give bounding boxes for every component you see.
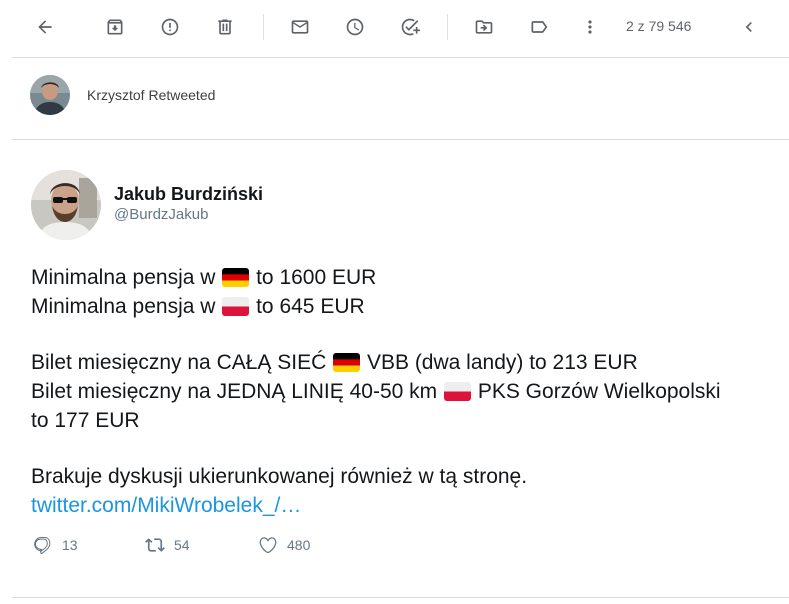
retweet-icon: [145, 538, 165, 552]
archive-icon: [107, 19, 123, 35]
retweet-header: Krzysztof Retweeted: [30, 75, 215, 115]
author-handle[interactable]: @BurdzJakub: [114, 205, 263, 225]
author-avatar[interactable]: [31, 170, 101, 240]
snooze-button[interactable]: [337, 9, 373, 45]
report-spam-button[interactable]: [152, 9, 188, 45]
divider: [12, 57, 789, 58]
tweet-text-segment: Minimalna pensja w: [31, 266, 222, 289]
mark-unread-button[interactable]: [282, 9, 318, 45]
tweet-body: Minimalna pensja w to 1600 EUR Minimalna…: [31, 263, 776, 520]
retweet-count: 54: [174, 537, 190, 553]
poland-flag-icon: [222, 297, 250, 316]
message-toolbar: 2 z 79 546: [0, 0, 789, 54]
retweeter-avatar[interactable]: [30, 75, 70, 115]
more-vertical-icon: [588, 20, 592, 34]
mail-icon: [291, 20, 309, 34]
chevron-left-icon: [745, 22, 752, 32]
report-spam-icon: [161, 18, 179, 36]
tweet-line: to 177 EUR: [31, 409, 140, 432]
tweet-line: Minimalna pensja w to 1600 EUR: [31, 263, 776, 292]
trash-icon: [218, 19, 232, 35]
tweet-author: Jakub Burdziński @BurdzJakub: [31, 170, 263, 240]
poland-flag-icon: [443, 382, 471, 401]
tweet-text-segment: to 645 EUR: [250, 295, 365, 318]
reply-count: 13: [62, 537, 78, 553]
move-to-icon: [475, 20, 493, 34]
tweet-text-segment: Minimalna pensja w: [31, 295, 222, 318]
author-name[interactable]: Jakub Burdziński: [114, 183, 263, 205]
back-button[interactable]: [27, 9, 63, 45]
archive-button[interactable]: [97, 9, 133, 45]
divider: [12, 139, 789, 140]
arrow-left-icon: [38, 20, 52, 34]
tweet-line: Bilet miesięczny na JEDNĄ LINIĘ 40-50 km…: [31, 377, 776, 406]
heart-icon: [259, 537, 277, 554]
tweet-text-segment: PKS Gorzów Wielkopolski: [471, 380, 721, 403]
quoted-tweet-link[interactable]: twitter.com/MikiWrobelek_/…: [31, 494, 301, 517]
tweet-line: Brakuje dyskusji ukierunkowanej również …: [31, 465, 528, 488]
like-button[interactable]: 480: [258, 535, 310, 555]
pagination-count: 2 z 79 546: [626, 18, 692, 34]
delete-button[interactable]: [207, 9, 243, 45]
tweet-text-segment: Bilet miesięczny na CAŁĄ SIEĆ: [31, 351, 333, 374]
germany-flag-icon: [222, 268, 250, 287]
tweet-line: Bilet miesięczny na CAŁĄ SIEĆ VBB (dwa l…: [31, 348, 776, 377]
more-options-button[interactable]: [572, 9, 608, 45]
divider: [12, 597, 789, 598]
add-task-button[interactable]: [392, 9, 428, 45]
newer-button[interactable]: [731, 9, 767, 45]
move-to-button[interactable]: [466, 9, 502, 45]
tweet-line: Minimalna pensja w to 645 EUR: [31, 292, 776, 321]
retweet-button[interactable]: 54: [145, 535, 190, 555]
tweet-text-segment: VBB (dwa landy) to 213 EUR: [361, 351, 638, 374]
label-button[interactable]: [521, 9, 557, 45]
add-task-icon: [401, 18, 420, 36]
reply-button[interactable]: 13: [33, 535, 78, 555]
tweet-text-segment: to 1600 EUR: [250, 266, 377, 289]
like-count: 480: [287, 537, 311, 553]
germany-flag-icon: [333, 353, 361, 372]
reply-icon: [34, 537, 51, 555]
clock-icon: [346, 18, 364, 36]
label-icon: [531, 21, 548, 33]
toolbar-divider: [263, 14, 264, 40]
tweet-text-segment: Bilet miesięczny na JEDNĄ LINIĘ 40-50 km: [31, 380, 443, 403]
toolbar-divider: [447, 14, 448, 40]
retweet-label: Krzysztof Retweeted: [87, 87, 216, 103]
